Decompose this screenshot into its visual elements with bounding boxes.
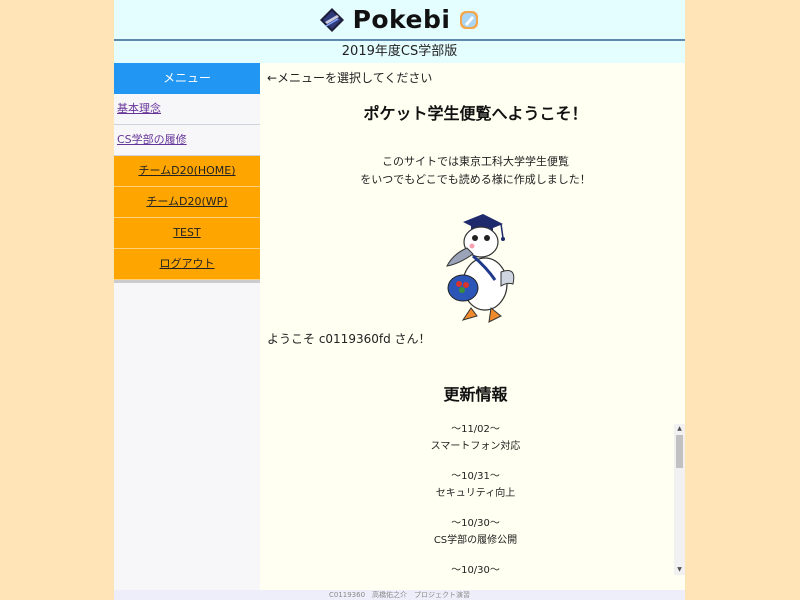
intro-line-1: このサイトでは東京工科大学学生便覧 — [382, 155, 569, 168]
edition-subtitle: 2019年度CS学部版 — [114, 41, 685, 63]
sidebar: メニュー 基本理念 CS学部の履修 チームD20(HOME) チームD20(WP… — [114, 63, 260, 590]
sidebar-link-philosophy[interactable]: 基本理念 — [114, 94, 260, 125]
scroll-up-arrow-icon[interactable]: ▲ — [674, 424, 685, 434]
main-content[interactable]: ←メニューを選択してください ポケット学生便覧へようこそ！ このサイトでは東京工… — [260, 63, 685, 590]
sidebar-button-team-wp[interactable]: チームD20(WP) — [114, 187, 260, 218]
welcome-title: ポケット学生便覧へようこそ！ — [363, 104, 588, 123]
page-footer: C0119360 高橋佑之介 プロジェクト演習 — [114, 590, 685, 600]
news-item: ～10/30～ CS学部の履修公開 — [260, 515, 685, 562]
mascot-bird-image — [446, 214, 515, 323]
news-text: セキュリティ向上 — [435, 488, 516, 499]
news-date: ～11/02～ — [451, 424, 500, 435]
pokebi-logo-icon — [319, 7, 344, 32]
news-date: ～10/30～ — [451, 518, 500, 529]
site-logo-text[interactable]: Pokebi — [353, 5, 451, 34]
news-title: 更新情報 — [443, 385, 508, 404]
news-item: ～10/31～ セキュリティ向上 — [260, 468, 685, 515]
page-container: Pokebi 2019年度CS学部版 メニュー 基本理念 CS学部の履修 チーム… — [114, 0, 685, 600]
news-date: ～10/31～ — [451, 471, 500, 482]
scroll-down-arrow-icon[interactable]: ▼ — [674, 565, 685, 575]
news-text: CS学部の履修公開 — [433, 535, 518, 546]
sidebar-divider — [114, 280, 260, 283]
user-greeting: ようこそ c0119360fd さん！ — [267, 332, 431, 346]
sidebar-button-test[interactable]: TEST — [114, 218, 260, 249]
intro-text: このサイトでは東京工科大学学生便覧 をいつでもどこでも読める様に作成しました！ — [260, 153, 685, 189]
news-date: ～10/30～ — [451, 565, 500, 576]
scrollbar-thumb[interactable] — [676, 435, 683, 468]
news-item: ～11/02～ スマートフォン対応 — [260, 421, 685, 468]
site-header: Pokebi — [114, 0, 685, 41]
news-item: ～10/30～ — [260, 562, 685, 590]
sidebar-button-team-home[interactable]: チームD20(HOME) — [114, 156, 260, 187]
sidebar-link-cs-courses[interactable]: CS学部の履修 — [114, 125, 260, 156]
news-text: スマートフォン対応 — [430, 441, 521, 452]
news-list: ～11/02～ スマートフォン対応 ～10/31～ セキュリティ向上 ～10/3… — [260, 421, 685, 590]
news-scrollbar[interactable]: ▲ ▼ — [674, 424, 685, 575]
menu-heading: メニュー — [114, 63, 260, 94]
book-badge-icon — [460, 10, 479, 29]
intro-line-2: をいつでもどこでも読める様に作成しました！ — [360, 173, 591, 186]
menu-instruction: ←メニューを選択してください — [267, 71, 433, 85]
sidebar-button-logout[interactable]: ログアウト — [114, 249, 260, 280]
